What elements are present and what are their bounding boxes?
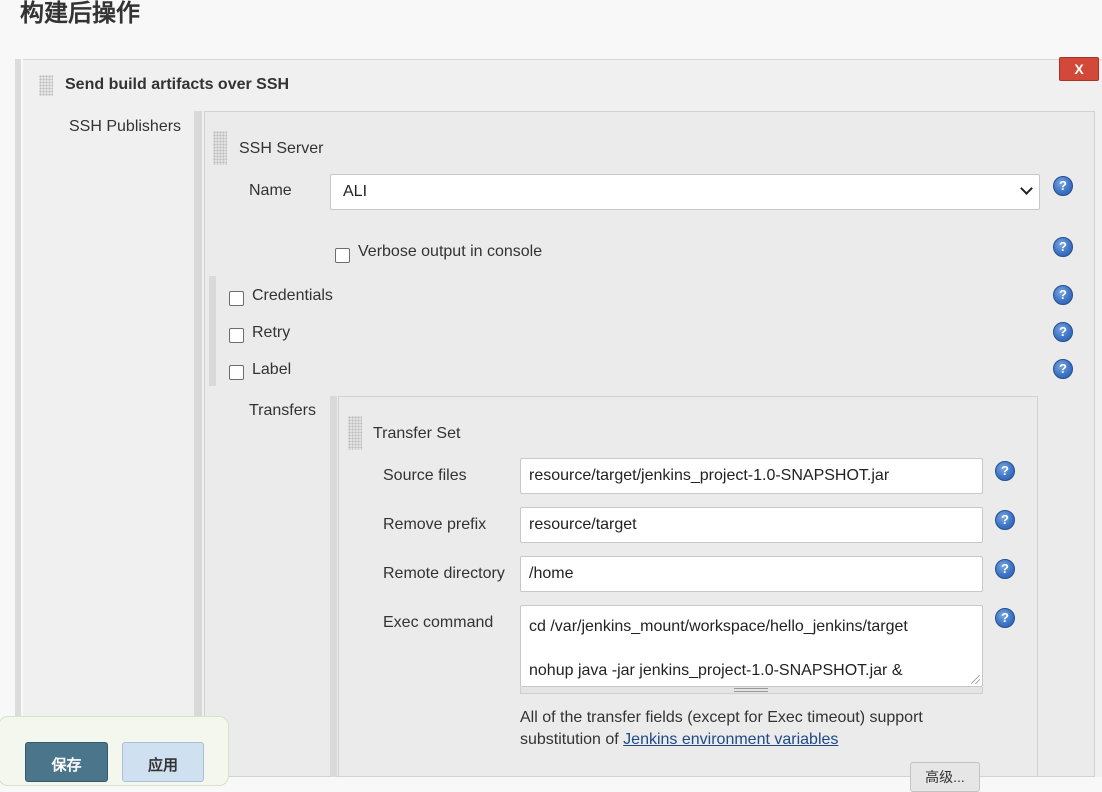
help-icon[interactable]: ?	[1053, 285, 1073, 305]
exec-command-line: nohup java -jar jenkins_project-1.0-SNAP…	[529, 662, 903, 679]
step-title: Send build artifacts over SSH	[65, 76, 290, 93]
credentials-label: Credentials	[252, 287, 333, 304]
help-icon[interactable]: ?	[1053, 359, 1073, 379]
remote-directory-label: Remote directory	[383, 565, 505, 582]
delete-step-button[interactable]: X	[1059, 57, 1099, 81]
help-icon[interactable]: ?	[995, 559, 1015, 579]
name-label: Name	[249, 182, 292, 199]
remove-prefix-label: Remove prefix	[383, 516, 487, 533]
ssh-server-title: SSH Server	[239, 140, 324, 157]
exec-command-label: Exec command	[383, 614, 494, 631]
note-line-2: substitution of Jenkins environment vari…	[520, 729, 923, 751]
retry-label: Retry	[252, 324, 291, 341]
apply-button[interactable]: 应用	[122, 742, 204, 782]
options-stripe	[209, 276, 216, 386]
save-button[interactable]: 保存	[25, 742, 108, 782]
transfer-note: All of the transfer fields (except for E…	[520, 707, 923, 751]
remote-directory-input[interactable]: /home	[520, 556, 983, 592]
transfers-label: Transfers	[249, 402, 316, 419]
server-name-value: ALI	[343, 183, 368, 200]
help-icon[interactable]: ?	[1053, 322, 1073, 342]
label-checkbox[interactable]	[229, 365, 244, 380]
source-files-input[interactable]: resource/target/jenkins_project-1.0-SNAP…	[520, 458, 983, 494]
transfer-set-title: Transfer Set	[373, 425, 461, 442]
server-drag-handle-icon[interactable]	[213, 131, 227, 165]
grip-icon	[734, 688, 768, 692]
help-icon[interactable]: ?	[995, 608, 1015, 628]
label-option-label: Label	[252, 361, 292, 378]
help-icon[interactable]: ?	[995, 461, 1015, 481]
transfer-drag-handle-icon[interactable]	[348, 416, 362, 450]
step-left-stripe	[15, 59, 21, 777]
help-icon[interactable]: ?	[995, 510, 1015, 530]
chevron-down-icon	[1020, 182, 1033, 195]
credentials-checkbox[interactable]	[229, 291, 244, 306]
exec-command-line: cd /var/jenkins_mount/workspace/hello_je…	[529, 618, 908, 635]
ssh-publishers-label: SSH Publishers	[69, 118, 182, 135]
verbose-label: Verbose output in console	[358, 243, 543, 260]
resize-handle-icon[interactable]	[971, 675, 980, 684]
retry-checkbox[interactable]	[229, 328, 244, 343]
advanced-button[interactable]: 高级...	[910, 762, 980, 792]
publisher-stripe	[194, 111, 202, 777]
source-files-label: Source files	[383, 467, 467, 484]
verbose-checkbox[interactable]	[335, 248, 350, 263]
drag-handle-icon[interactable]	[39, 75, 53, 96]
env-variables-link[interactable]: Jenkins environment variables	[623, 731, 838, 748]
help-icon[interactable]: ?	[1053, 237, 1073, 257]
transfers-stripe	[330, 396, 337, 777]
exec-command-textarea[interactable]: cd /var/jenkins_mount/workspace/hello_je…	[520, 605, 983, 687]
server-name-select[interactable]: ALI	[330, 174, 1040, 210]
section-title: 构建后操作	[20, 0, 140, 27]
note-text: substitution of	[520, 731, 624, 748]
help-icon[interactable]: ?	[1053, 176, 1073, 196]
textarea-expand-handle[interactable]	[520, 687, 983, 694]
remove-prefix-input[interactable]: resource/target	[520, 507, 983, 543]
note-line-1: All of the transfer fields (except for E…	[520, 709, 923, 726]
